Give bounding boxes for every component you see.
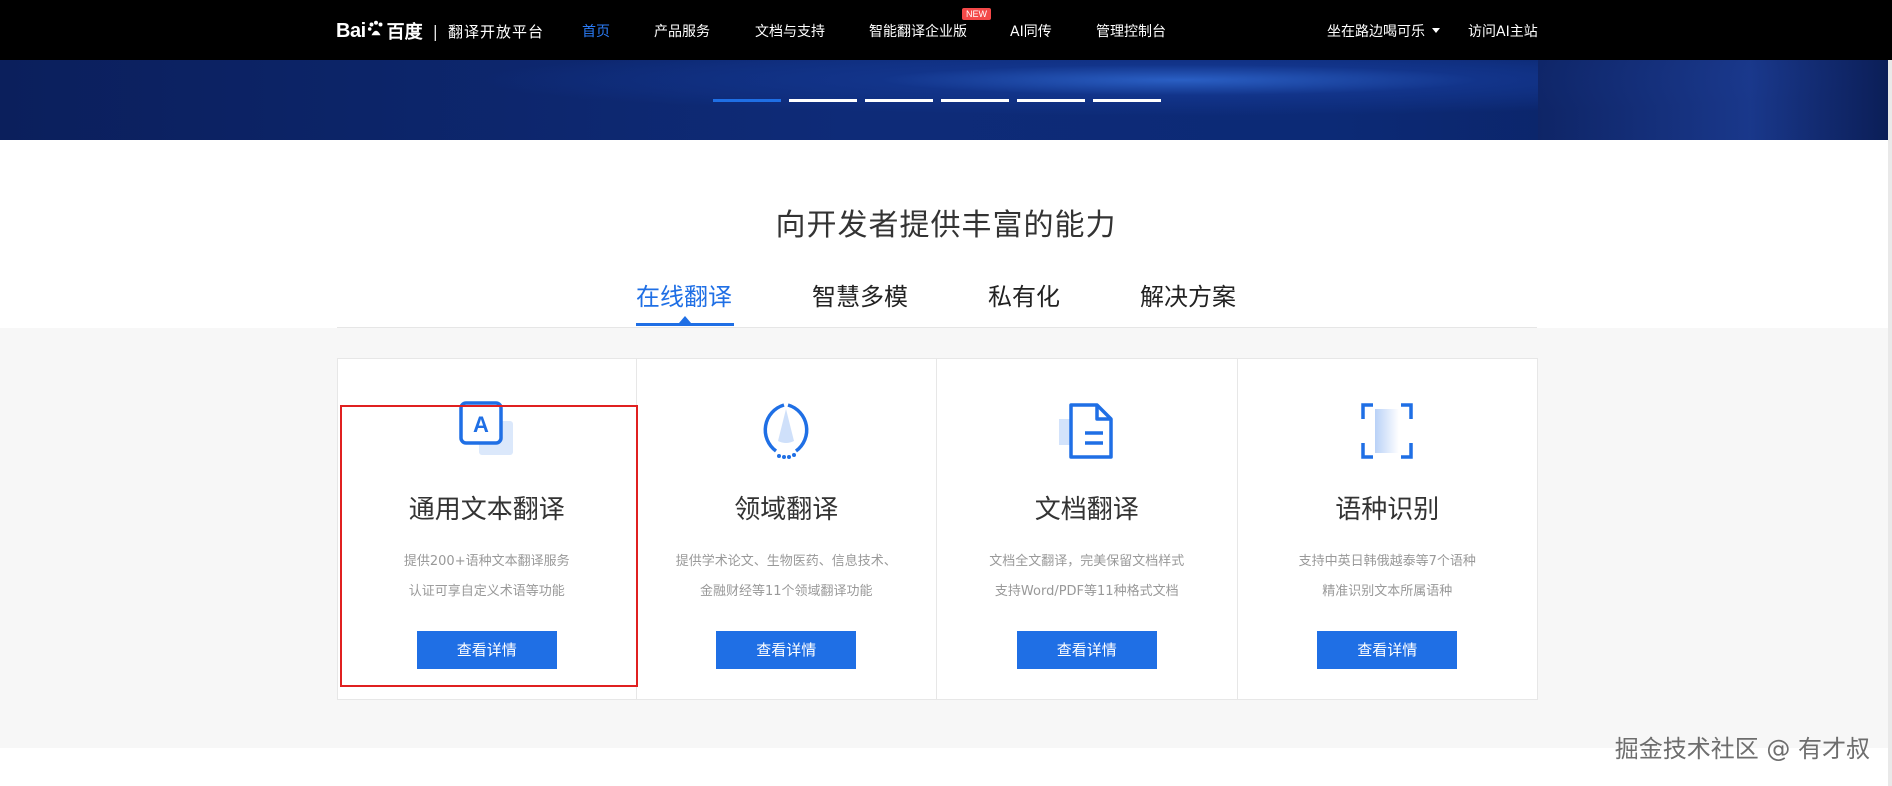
- card-general-text-translation: A 通用文本翻译 提供200+语种文本翻译服务 认证可享自定义术语等功能 查看详…: [337, 358, 637, 700]
- paw-icon: [367, 20, 383, 36]
- nav-item-enterprise[interactable]: 智能翻译企业版: [869, 21, 967, 41]
- card-title: 领域翻译: [734, 495, 839, 525]
- hero-banner: [0, 60, 1892, 140]
- caret-down-icon: [1432, 27, 1440, 33]
- tab-pointer: [679, 316, 691, 323]
- card-description: 文档全文翻译，完美保留文档样式 支持Word/PDF等11种格式文档: [937, 547, 1237, 607]
- carousel-indicators: [713, 99, 1161, 102]
- active-tab-underline: [636, 323, 734, 326]
- text-a-icon: A: [459, 401, 513, 455]
- nav-item-console[interactable]: 管理控制台: [1096, 21, 1166, 41]
- watermark: 掘金技术社区 @ 有才叔: [1614, 735, 1870, 763]
- platform-title: 翻译开放平台: [448, 22, 545, 41]
- user-name: 坐在路边喝可乐: [1327, 24, 1425, 40]
- scrollbar-track[interactable]: [1888, 60, 1892, 786]
- svg-text:A: A: [473, 412, 489, 437]
- carousel-dot[interactable]: [1093, 99, 1161, 102]
- carousel-dot[interactable]: [865, 99, 933, 102]
- view-details-button[interactable]: 查看详情: [716, 631, 857, 669]
- logo-du-text: 百度: [386, 22, 423, 43]
- card-description: 支持中英日韩俄越泰等7个语种 精准识别文本所属语种: [1238, 547, 1538, 607]
- baidu-logo[interactable]: Bai 百度 | 翻译开放平台: [336, 14, 544, 48]
- card-domain-translation: 领域翻译 提供学术论文、生物医药、信息技术、 金融财经等11个领域翻译功能 查看…: [636, 358, 937, 700]
- card-desc-line: 文档全文翻译，完美保留文档样式: [989, 554, 1185, 569]
- carousel-dot[interactable]: [1017, 99, 1085, 102]
- logo-separator: |: [432, 21, 439, 41]
- tab-smart-multimodal[interactable]: 智慧多模: [812, 277, 908, 312]
- card-title: 通用文本翻译: [408, 495, 565, 525]
- nav-item-docs[interactable]: 文档与支持: [755, 21, 825, 41]
- service-cards: A 通用文本翻译 提供200+语种文本翻译服务 认证可享自定义术语等功能 查看详…: [337, 358, 1538, 700]
- view-details-button[interactable]: 查看详情: [1016, 631, 1157, 669]
- nav-item-products[interactable]: 产品服务: [654, 21, 710, 41]
- card-desc-line: 支持Word/PDF等11种格式文档: [994, 584, 1179, 599]
- user-menu[interactable]: 坐在路边喝可乐: [1327, 21, 1440, 41]
- card-desc-line: 支持中英日韩俄越泰等7个语种: [1298, 554, 1476, 569]
- card-desc-line: 金融财经等11个领域翻译功能: [699, 584, 873, 599]
- card-desc-line: 精准识别文本所属语种: [1322, 584, 1453, 599]
- carousel-dot[interactable]: [713, 99, 781, 102]
- card-document-translation: 文档翻译 文档全文翻译，完美保留文档样式 支持Word/PDF等11种格式文档 …: [937, 358, 1238, 700]
- tab-solutions[interactable]: 解决方案: [1140, 277, 1236, 312]
- top-navbar: Bai 百度 | 翻译开放平台 首页 产品服务 文档与支持 智能翻译企业版 NE…: [0, 0, 1892, 60]
- scan-frame-icon: [1361, 403, 1413, 459]
- view-details-button[interactable]: 查看详情: [416, 631, 557, 669]
- card-desc-line: 提供学术论文、生物医药、信息技术、: [675, 554, 897, 569]
- carousel-dot[interactable]: [789, 99, 857, 102]
- carousel-dot[interactable]: [941, 99, 1009, 102]
- nav-item-home[interactable]: 首页: [582, 21, 610, 41]
- section-title: 向开发者提供丰富的能力: [775, 208, 1117, 243]
- tab-private-deployment[interactable]: 私有化: [988, 277, 1060, 312]
- visit-ai-link[interactable]: 访问AI主站: [1468, 21, 1538, 41]
- domain-circle-icon: [763, 403, 809, 459]
- card-description: 提供学术论文、生物医药、信息技术、 金融财经等11个领域翻译功能: [637, 547, 937, 607]
- card-desc-line: 认证可享自定义术语等功能: [408, 584, 565, 599]
- tab-online-translation[interactable]: 在线翻译: [636, 277, 732, 312]
- card-title: 文档翻译: [1034, 495, 1139, 525]
- logo-bai-text: Bai: [336, 19, 366, 42]
- card-language-detection: 语种识别 支持中英日韩俄越泰等7个语种 精准识别文本所属语种 查看详情: [1237, 358, 1538, 700]
- nav-item-ai-interpret[interactable]: AI同传: [1010, 21, 1052, 41]
- document-icon: [1058, 403, 1113, 459]
- banner-right-glow: [1538, 60, 1892, 140]
- card-title: 语种识别: [1335, 495, 1440, 525]
- new-badge: NEW: [962, 8, 991, 20]
- view-details-button[interactable]: 查看详情: [1317, 631, 1458, 669]
- card-desc-line: 提供200+语种文本翻译服务: [403, 554, 570, 569]
- card-description: 提供200+语种文本翻译服务 认证可享自定义术语等功能: [338, 547, 636, 607]
